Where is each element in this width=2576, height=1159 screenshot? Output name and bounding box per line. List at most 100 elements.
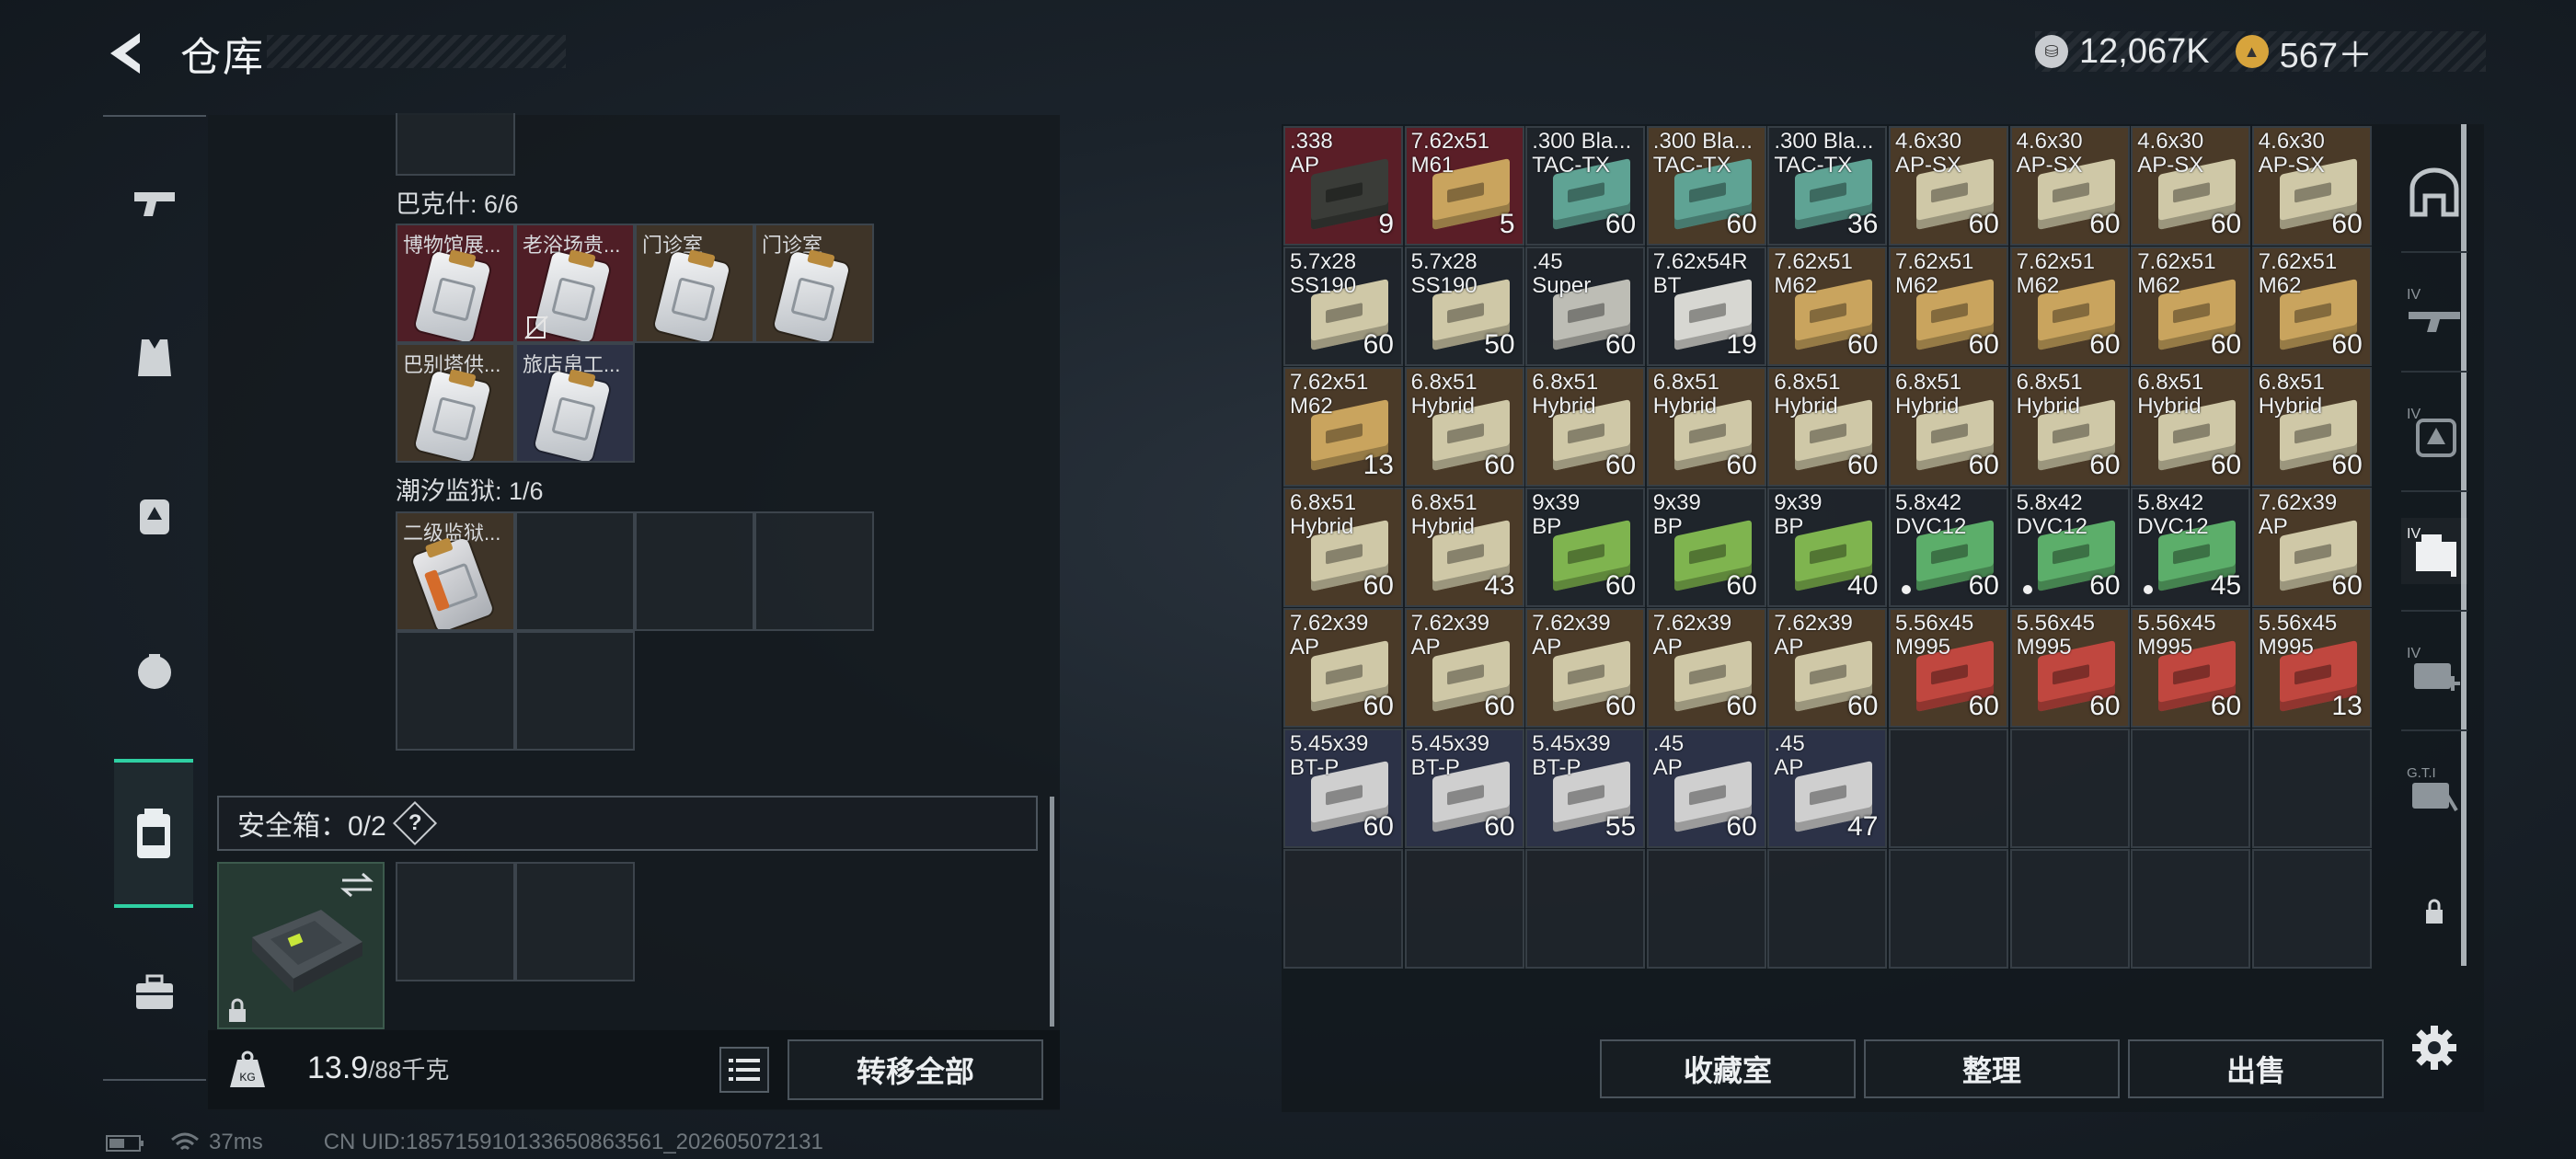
empty-stash-slot[interactable] [1404, 849, 1524, 969]
ammo-item[interactable]: .300 Bla... TAC-TX 60 [1525, 126, 1646, 246]
empty-slot[interactable] [635, 511, 754, 631]
ammo-item[interactable]: 6.8x51 Hybrid 60 [1525, 367, 1646, 487]
base-icon[interactable] [2401, 159, 2467, 225]
ammo-item[interactable]: 4.6x30 AP-SX 60 [2131, 126, 2251, 246]
empty-stash-slot[interactable] [1646, 849, 1766, 969]
item-keycard[interactable]: 二级监狱... [396, 511, 515, 631]
back-arrow-icon[interactable] [103, 28, 155, 79]
ammo-item[interactable]: 5.56x45 M995 60 [2131, 608, 2251, 728]
ammo-item[interactable]: 9x39 BP 60 [1646, 488, 1766, 607]
transfer-all-button[interactable]: 转移全部 [788, 1039, 1043, 1100]
item-keycard[interactable]: 巴别塔供... [396, 343, 515, 463]
help-icon[interactable]: ? [392, 800, 437, 846]
safe-box-empty-slot[interactable] [396, 862, 515, 981]
ammo-item[interactable]: 6.8x51 Hybrid 60 [2009, 367, 2130, 487]
nav-chest-rig-icon[interactable] [125, 641, 184, 700]
ammo-item[interactable]: 9x39 BP 60 [1525, 488, 1646, 607]
ammo-item[interactable]: 5.56x45 M995 13 [2251, 608, 2372, 728]
item-keycard[interactable]: 旅店帛工... [515, 343, 635, 463]
ammo-item[interactable]: .300 Bla... TAC-TX 60 [1646, 126, 1766, 246]
empty-stash-slot[interactable] [1283, 849, 1403, 969]
ammo-item[interactable]: 7.62x39 AP 60 [1525, 608, 1646, 728]
ammo-item[interactable]: 6.8x51 Hybrid 60 [2251, 367, 2372, 487]
ammo-item[interactable]: 5.8x42 DVC12 45 [2131, 488, 2251, 607]
ammo-item[interactable]: 5.45x39 BT-P 60 [1404, 729, 1524, 848]
ammo-item[interactable]: 6.8x51 Hybrid 60 [1889, 367, 2008, 487]
ammo-item[interactable]: 5.56x45 M995 60 [2009, 608, 2130, 728]
item-keycard[interactable]: 门诊室 [754, 224, 874, 343]
empty-stash-slot[interactable] [1525, 849, 1646, 969]
sell-button[interactable]: 出售 [2128, 1039, 2384, 1098]
ammo-item[interactable]: 5.7x28 SS190 50 [1404, 247, 1524, 366]
settings-icon[interactable] [2401, 1015, 2467, 1081]
ammo-item[interactable]: 7.62x51 M61 5 [1404, 126, 1524, 246]
ammo-item[interactable]: .45 AP 47 [1767, 729, 1888, 848]
ammo-item[interactable]: 7.62x39 AP 60 [1283, 608, 1403, 728]
ammo-item[interactable]: 6.8x51 Hybrid 60 [1404, 367, 1524, 487]
empty-stash-slot[interactable] [1889, 729, 2008, 848]
nav-armor-icon[interactable] [125, 328, 184, 387]
ammo-item[interactable]: 5.8x42 DVC12 60 [2009, 488, 2130, 607]
ammo-item[interactable]: 6.8x51 Hybrid 60 [1646, 367, 1766, 487]
ammo-item[interactable]: 4.6x30 AP-SX 60 [2009, 126, 2130, 246]
ammo-item[interactable]: 9x39 BP 40 [1767, 488, 1888, 607]
ammo-item[interactable]: 5.45x39 BT-P 60 [1283, 729, 1403, 848]
list-view-button[interactable] [719, 1047, 769, 1093]
empty-stash-slot[interactable] [2131, 729, 2251, 848]
ammo-item[interactable]: 6.8x51 Hybrid 43 [1404, 488, 1524, 607]
ammo-item[interactable]: 5.45x39 BT-P 55 [1525, 729, 1646, 848]
empty-stash-slot[interactable] [2009, 849, 2130, 969]
ammo-item[interactable]: 7.62x39 AP 60 [2251, 488, 2372, 607]
ammo-item[interactable]: .45 AP 60 [1646, 729, 1766, 848]
safe-box-empty-slot[interactable] [515, 862, 635, 981]
weapon-loadout-icon[interactable]: IV [2401, 279, 2467, 345]
ammo-item[interactable]: 6.8x51 Hybrid 60 [1767, 367, 1888, 487]
empty-slot[interactable] [396, 631, 515, 751]
nav-backpack-icon[interactable] [125, 485, 184, 544]
ammo-item[interactable]: 7.62x51 M62 60 [2009, 247, 2130, 366]
nav-weapon-icon[interactable] [125, 172, 184, 231]
ammo-item[interactable]: 5.8x42 DVC12 60 [1889, 488, 2008, 607]
empty-stash-slot[interactable] [1889, 849, 2008, 969]
left-scrollbar[interactable] [1050, 797, 1054, 1027]
empty-slot[interactable] [396, 113, 515, 176]
item-keycard[interactable]: 博物馆展... [396, 224, 515, 343]
ammo-item[interactable]: 7.62x39 AP 60 [1767, 608, 1888, 728]
ammo-item[interactable]: 7.62x51 M62 60 [1889, 247, 2008, 366]
ammo-item[interactable]: 7.62x51 M62 60 [2251, 247, 2372, 366]
ammo-item[interactable]: 4.6x30 AP-SX 60 [2251, 126, 2372, 246]
ammo-item[interactable]: 7.62x51 M62 60 [2131, 247, 2251, 366]
gem-amount[interactable]: 567＋ [2280, 27, 2373, 77]
swap-icon[interactable] [339, 871, 375, 899]
empty-stash-slot[interactable] [1767, 849, 1888, 969]
ammo-item[interactable]: 5.7x28 SS190 60 [1283, 247, 1403, 366]
medkit-loadout-icon[interactable]: IV [2401, 637, 2467, 704]
item-keycard[interactable]: 老浴场贵... [515, 224, 635, 343]
ammo-item[interactable]: 7.62x39 AP 60 [1404, 608, 1524, 728]
empty-stash-slot[interactable] [2009, 729, 2130, 848]
nav-container-tab-active[interactable] [114, 759, 193, 908]
gti-loadout-icon[interactable]: G.T.I [2401, 757, 2467, 823]
ammo-item[interactable]: .338 AP 9 [1283, 126, 1403, 246]
ammo-item[interactable]: 6.8x51 Hybrid 60 [2131, 367, 2251, 487]
sort-button[interactable]: 整理 [1864, 1039, 2120, 1098]
ammo-item[interactable]: 6.8x51 Hybrid 60 [1283, 488, 1403, 607]
nav-toolbox-icon[interactable] [125, 963, 184, 1022]
empty-slot[interactable] [515, 631, 635, 751]
ammo-item[interactable]: .45 Super 60 [1525, 247, 1646, 366]
ammo-item[interactable]: .300 Bla... TAC-TX 36 [1767, 126, 1888, 246]
ammo-item[interactable]: 7.62x39 AP 60 [1646, 608, 1766, 728]
collection-room-button[interactable]: 收藏室 [1600, 1039, 1856, 1098]
safe-box-item[interactable] [217, 862, 385, 1029]
empty-stash-slot[interactable] [2251, 729, 2372, 848]
ammo-item[interactable]: 4.6x30 AP-SX 60 [1889, 126, 2008, 246]
ammo-item[interactable]: 7.62x51 M62 13 [1283, 367, 1403, 487]
empty-stash-slot[interactable] [2131, 849, 2251, 969]
empty-slot[interactable] [515, 511, 635, 631]
item-keycard[interactable]: 门诊室 [635, 224, 754, 343]
armor-loadout-icon[interactable]: IV [2401, 398, 2467, 465]
ammo-item[interactable]: 7.62x51 M62 60 [1767, 247, 1888, 366]
empty-stash-slot[interactable] [2251, 849, 2372, 969]
empty-slot[interactable] [754, 511, 874, 631]
ammo-item[interactable]: 5.56x45 M995 60 [1889, 608, 2008, 728]
